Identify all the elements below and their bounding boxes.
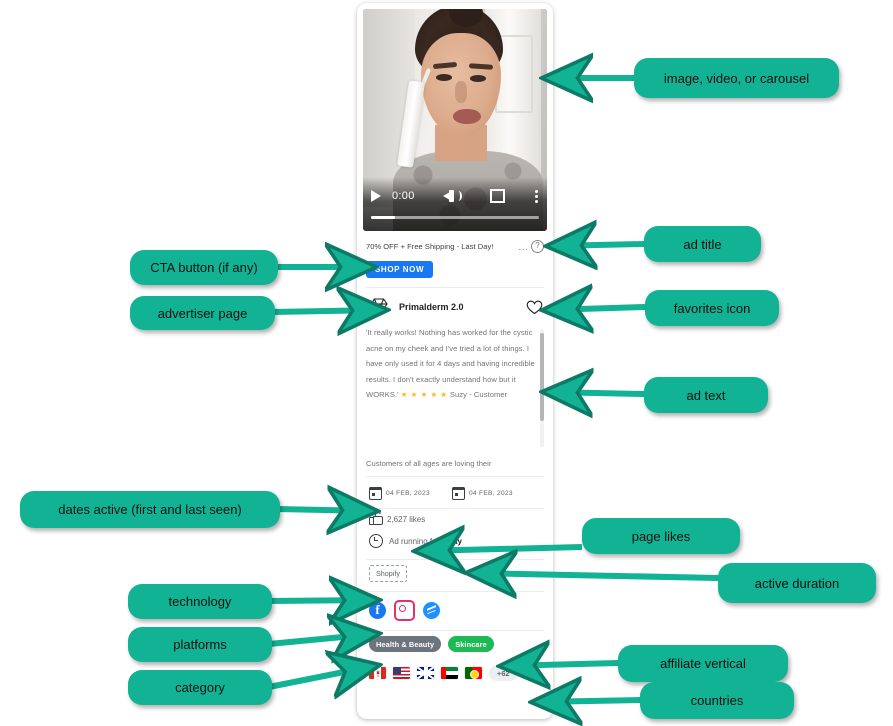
- rating-stars: ★ ★ ★ ★ ★: [400, 390, 448, 400]
- annotation-media: image, video, or carousel: [634, 58, 839, 98]
- countries-more-badge[interactable]: +62: [489, 665, 518, 681]
- active-duration-row: Ad running for 1 day: [369, 534, 541, 548]
- annotation-platforms: platforms: [128, 627, 272, 662]
- annotation-cta: CTA button (if any): [130, 250, 278, 285]
- annotation-ad-title: ad title: [644, 226, 761, 262]
- heart-icon[interactable]: [526, 300, 543, 315]
- facebook-icon[interactable]: [369, 602, 386, 619]
- fullscreen-icon[interactable]: [489, 189, 505, 203]
- technology-tag[interactable]: Shopify: [369, 565, 407, 582]
- annotation-favorites: favorites icon: [645, 290, 779, 326]
- annotation-page-likes: page likes: [582, 518, 740, 554]
- duration-prefix: Ad running for: [389, 536, 442, 546]
- calendar-icon: [451, 486, 466, 500]
- ad-media-video[interactable]: 0:00: [363, 9, 547, 231]
- advertiser-page[interactable]: Primalderm 2.0: [357, 288, 553, 325]
- annotation-active-duration: active duration: [718, 563, 876, 603]
- advertiser-name: Primalderm 2.0: [399, 302, 464, 312]
- annotation-category: category: [128, 670, 272, 705]
- ad-text-container[interactable]: 'It really works! Nothing has worked for…: [366, 325, 544, 450]
- ad-card: 0:00 70% OFF + Free Shipping - Last Day!…: [357, 3, 553, 719]
- ad-text: 'It really works! Nothing has worked for…: [366, 325, 536, 403]
- instagram-icon[interactable]: [394, 600, 415, 621]
- annotation-ad-text: ad text: [644, 377, 768, 413]
- date-last-seen-text: 04 FEB, 2023: [468, 490, 513, 497]
- platforms-row: [357, 592, 553, 630]
- page-likes-row: 2,627 likes: [369, 511, 541, 525]
- play-icon[interactable]: [371, 190, 381, 202]
- page-likes-text: 2,627 likes: [387, 514, 426, 524]
- uae-flag: [441, 667, 458, 679]
- video-controls[interactable]: 0:00: [363, 177, 547, 231]
- ad-text-scrollbar-thumb[interactable]: [540, 333, 544, 421]
- video-progress-bar[interactable]: [371, 216, 539, 219]
- ad-text-signature: Suzy - Customer: [447, 390, 508, 400]
- ad-text-body: 'It really works! Nothing has worked for…: [366, 328, 535, 400]
- portugal-flag: [465, 667, 482, 679]
- ad-title: 70% OFF + Free Shipping - Last Day!: [366, 242, 494, 251]
- video-time: 0:00: [392, 190, 415, 202]
- cta-wrapper: SHOP NOW: [357, 253, 553, 287]
- messenger-icon[interactable]: [423, 602, 440, 619]
- canada-flag: [369, 667, 386, 679]
- category-tag[interactable]: Health & Beauty: [369, 636, 442, 652]
- annotation-advertiser: advertiser page: [130, 296, 275, 330]
- help-icon[interactable]: ?: [531, 240, 544, 253]
- annotation-affiliate-vertical: affiliate vertical: [618, 645, 788, 682]
- date-first-seen: 04 FEB, 2023: [368, 486, 430, 500]
- dates-active-row: 04 FEB, 2023 04 FEB, 2023: [357, 477, 553, 508]
- ad-text-secondary: Customers of all ages are loving their: [366, 459, 492, 468]
- uk-flag: [417, 667, 434, 679]
- ad-text-scrollbar-track[interactable]: [540, 329, 544, 447]
- diamond-icon: [370, 298, 388, 317]
- active-duration-text: Ad running for 1 day: [389, 537, 462, 546]
- calendar-icon: [368, 486, 383, 500]
- annotation-countries: countries: [640, 682, 794, 719]
- thumbs-up-icon: [369, 511, 383, 525]
- date-first-seen-text: 04 FEB, 2023: [386, 490, 430, 497]
- annotation-dates: dates active (first and last seen): [20, 491, 280, 528]
- clock-icon: [369, 534, 383, 548]
- vertical-tag[interactable]: Skincare: [448, 636, 494, 652]
- cta-button[interactable]: SHOP NOW: [366, 261, 434, 278]
- annotation-technology: technology: [128, 584, 272, 619]
- tags-row: Health & Beauty Skincare: [357, 631, 553, 661]
- countries-row: +62: [357, 661, 553, 691]
- date-last-seen: 04 FEB, 2023: [451, 486, 513, 500]
- volume-icon[interactable]: [442, 189, 462, 203]
- duration-value: 1 day: [441, 536, 462, 546]
- technology-row: Shopify: [357, 560, 553, 591]
- usa-flag: [393, 667, 410, 679]
- more-options-icon[interactable]: [534, 189, 539, 203]
- stats-section: 2,627 likes Ad running for 1 day: [357, 509, 553, 559]
- ellipsis-icon[interactable]: ...: [518, 242, 529, 252]
- ad-title-row: 70% OFF + Free Shipping - Last Day! ... …: [357, 231, 553, 253]
